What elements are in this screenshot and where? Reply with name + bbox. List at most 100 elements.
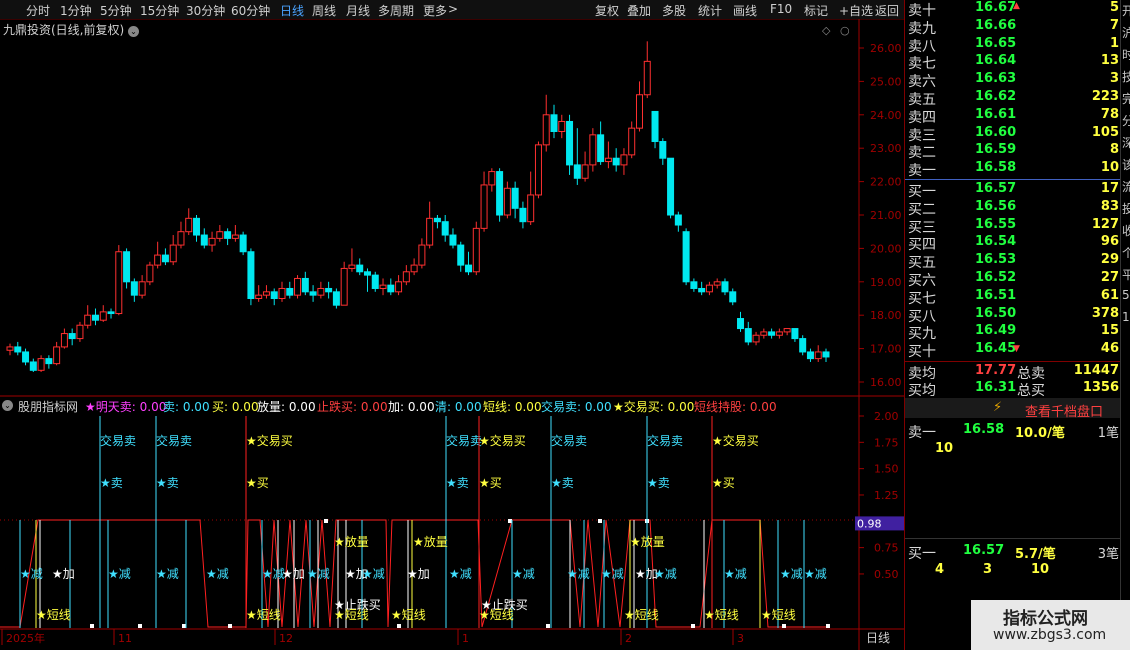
side-strip-char: 沪 [1122,26,1130,40]
signal-label: ★减 [724,567,747,581]
candle-body [332,291,340,306]
ask-row-price: 16.61 [975,106,1017,122]
candle-body [698,287,706,293]
candle-body [37,358,45,371]
signal-label: ★减 [780,567,803,581]
ask-row-price: 16.67 [975,0,1017,15]
candle-body [91,314,99,321]
candle-body [496,171,504,216]
divider [905,361,1121,362]
candle-body [550,114,558,133]
bid-row-volume: 96 [1100,234,1119,250]
candle-body [22,351,30,363]
ask-row-price: 16.62 [975,89,1017,104]
watermark-title: 指标公式网 [1003,609,1088,629]
candle-body [612,157,620,166]
indicator-name: 股朋指标网 [18,400,79,414]
indicator-menu-icon[interactable]: ⌄ [2,400,13,411]
ask-row-label: 卖一 [908,163,936,180]
candle-body [231,234,239,239]
ask-row-volume: 13 [1100,53,1119,69]
side-strip-char: 完 [1122,92,1130,106]
divider [905,538,1121,539]
trade-signal-label: 交易卖 [100,433,136,448]
price-tick-label: 21.00 [870,209,902,222]
candle-body [177,231,185,246]
indicator-field: 买: 0.00 [212,400,259,414]
indicator-field: ★交易买: 0.00 [613,400,695,414]
sell1-detail-label: 卖一 [908,425,936,441]
kline-chart[interactable]: 26.0025.0024.0023.0022.0021.0020.0019.00… [0,0,904,650]
candle-body [45,358,53,365]
bid-row-volume: 127 [1091,216,1119,232]
price-tick-label: 25.00 [870,75,902,88]
buy1-detail-queue: 3 [983,562,993,577]
time-label: 11 [118,632,132,645]
indicator-field: 短线持股: 0.00 [694,400,777,414]
side-strip-char: 5 [1122,288,1130,302]
price-tick-label: 23.00 [870,142,902,155]
trade-signal-star: ★卖 [100,476,123,490]
candle-body [154,254,162,266]
candle-body [480,184,488,229]
ask-row-volume: 1 [1109,35,1119,51]
candle-body [325,287,333,293]
trade-signal-label: 交易卖 [551,433,587,448]
signal-dot [138,624,142,628]
bid-row-price: 16.51 [975,287,1017,303]
sell1-detail-avg: 10.0/笔 [1015,426,1065,441]
candle-body [752,334,760,343]
candle-body [107,311,115,315]
ask-row-volume: 5 [1109,0,1119,15]
bid-row-price: 16.52 [975,270,1017,285]
bid-row-volume: 17 [1100,181,1119,196]
signal-label: ★减 [449,567,472,581]
candle-body [278,287,286,300]
side-strip-char: 个 [1122,246,1130,260]
bid-row-price: 16.56 [975,198,1017,214]
price-tick-label: 16.00 [870,376,902,389]
candle-body [814,351,822,360]
candle-body [573,164,581,179]
signal-label: ★减 [567,567,590,581]
signal-label: ★减 [601,567,624,581]
signal-dot [691,624,695,628]
avg-price: 16.31 [975,380,1017,395]
qianguan-button[interactable]: 查看千档盘口 [1025,401,1103,420]
side-strip-char: 流 [1122,180,1130,194]
diamond-icon[interactable]: ◇ [822,24,831,37]
side-strip-char: 平 [1122,268,1130,282]
candle-body [465,264,473,273]
bid-row-volume: 46 [1100,341,1119,357]
total-label: 总买 [1017,383,1045,399]
time-label: 1 [462,632,469,645]
candle-body [503,187,511,216]
orderbook-panel: 卖十 16.67 5 卖九 16.66 7 卖八 16.65 1 卖七 16.64 13 卖六 16.63… [904,0,1121,650]
indicator-header: ⌄ 股朋指标网 ★明天卖: 0.00 卖: 0.00 买: 0.00 放量: 0.00 止跌… [0,397,860,414]
indicator-field: ★明天卖: 0.00 [85,400,167,414]
candle-body [690,281,698,289]
candle-body [193,217,201,236]
candle-body [744,328,752,343]
trade-signal-star: ★卖 [647,476,670,490]
indicator-tick-label: 0.50 [874,568,899,581]
indicator-field: 交易卖: 0.00 [541,400,612,414]
candle-body [775,331,783,336]
signal-label: ★减 [362,567,385,581]
trade-signal-label: 交易卖 [446,433,482,448]
indicator-field: 清: 0.00 [435,400,482,414]
circle-icon[interactable]: ○ [840,24,850,37]
candle-body [161,254,169,263]
candle-body [667,157,675,216]
indicator-tick-label: 2.00 [874,410,899,423]
trade-signal-star: ★卖 [551,476,574,490]
candle-body [705,284,713,293]
signal-label: ★短线 [391,608,426,622]
bid-row-price: 16.54 [975,234,1017,250]
signal-dot [826,624,830,628]
signal-label: ★短线 [704,608,739,622]
price-tick-label: 26.00 [870,42,902,55]
signal-label: ★减 [654,567,677,581]
bid-row-volume: 83 [1100,198,1119,214]
sell1-detail-queue: 10 [935,441,954,456]
